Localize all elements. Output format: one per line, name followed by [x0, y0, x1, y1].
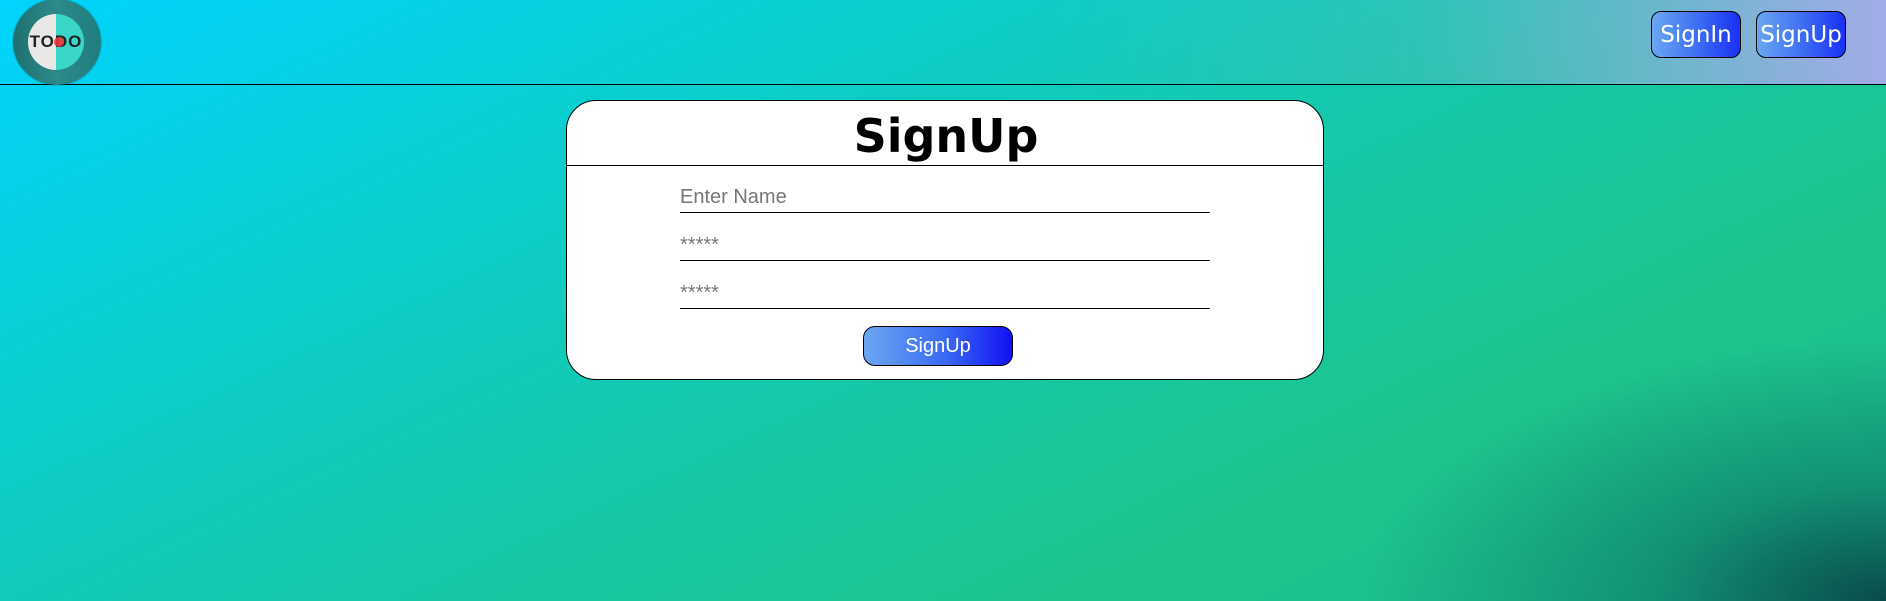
password-input[interactable] [680, 231, 1210, 261]
title-divider [567, 165, 1323, 166]
todo-logo[interactable]: TODO [13, 0, 101, 85]
logo-badge: TODO [28, 14, 84, 70]
signup-card: SignUp SignUp [566, 100, 1324, 380]
confirm-password-input[interactable] [680, 279, 1210, 309]
signup-nav-button[interactable]: SignUp [1756, 11, 1846, 58]
name-input[interactable] [680, 183, 1210, 213]
signin-nav-button[interactable]: SignIn [1651, 11, 1741, 58]
top-nav-bar: TODO SignIn SignUp [0, 0, 1886, 85]
signup-title: SignUp [853, 109, 1039, 163]
logo-dot-icon [54, 37, 64, 47]
signup-submit-button[interactable]: SignUp [863, 326, 1013, 366]
